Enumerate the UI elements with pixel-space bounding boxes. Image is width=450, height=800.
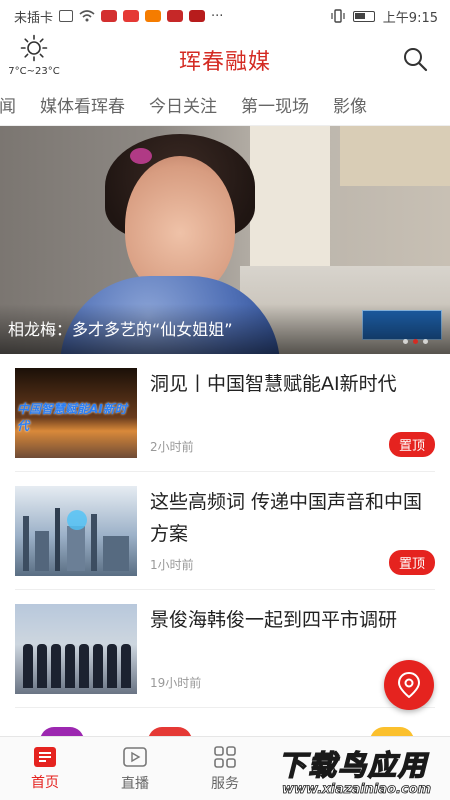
pinned-badge: 置顶 [388, 432, 435, 457]
app-notification-icon [101, 10, 118, 22]
nav-label: 直播 [121, 776, 149, 792]
refinery-illustration [23, 508, 129, 571]
category-tabs: 新闻 媒体看珲春 今日关注 第一现场 影像 [0, 84, 450, 126]
news-headline: 洞见丨中国智慧赋能AI新时代 [150, 373, 397, 395]
wifi-icon [79, 10, 95, 22]
news-item[interactable]: 这些高频词 传递中国声音和中国方案 1小时前 置顶 [15, 472, 435, 590]
hero-caption: 相龙梅：多才多艺的“仙女姐姐” [8, 320, 233, 339]
app-notification-icon [123, 10, 140, 22]
battery-icon [352, 10, 375, 22]
tab-today-focus[interactable]: 今日关注 [149, 92, 217, 117]
location-pin-icon [397, 672, 421, 698]
news-list: 中国智慧赋能AI新时代 洞见丨中国智慧赋能AI新时代 2小时前 置顶 这些高频词… [0, 354, 450, 708]
news-headline: 景俊海韩俊一起到四平市调研 [150, 609, 398, 631]
app-notification-icon [167, 10, 184, 22]
nav-services[interactable]: 服务 [180, 737, 270, 800]
news-headline: 这些高频词 传递中国声音和中国方案 [150, 491, 423, 545]
app-title: 珲春融媒 [178, 50, 271, 75]
app-header: 7°C~23°C 珲春融媒 [0, 32, 450, 84]
vibrate-icon [331, 9, 345, 23]
hero-background-calligraphy [340, 126, 450, 186]
clock: 上午9:15 [382, 10, 438, 26]
watermark-logo-text: 下载鸟应用 [277, 748, 429, 783]
pinned-badge: 置顶 [388, 550, 435, 575]
tab-media-view[interactable]: 媒体看珲春 [40, 92, 125, 117]
more-notifications: ··· [211, 8, 224, 24]
news-item[interactable]: 景俊海韩俊一起到四平市调研 19小时前 [15, 590, 435, 708]
hero-hair-flower [130, 148, 152, 164]
nav-live[interactable]: 直播 [90, 737, 180, 800]
news-thumbnail: 中国智慧赋能AI新时代 [15, 368, 137, 458]
watermark-url: www.xiazainiao.com [282, 782, 432, 798]
search-icon[interactable] [402, 46, 428, 72]
nav-home[interactable]: 首页 [0, 737, 90, 800]
carrier-label: 未插卡 [14, 10, 54, 26]
tab-news[interactable]: 新闻 [0, 92, 16, 117]
tab-first-scene[interactable]: 第一现场 [241, 92, 309, 117]
thumbnail-text: 中国智慧赋能AI新时代 [17, 402, 127, 433]
sim-icon [59, 10, 74, 22]
home-news-icon [34, 747, 56, 767]
nav-label: 首页 [31, 775, 59, 791]
nav-label: 服务 [211, 776, 239, 792]
app-notification-icon [145, 10, 162, 22]
hero-person-face [125, 156, 235, 296]
site-watermark: 下载鸟应用 www.xiazainiao.com [272, 744, 450, 800]
news-thumbnail [15, 486, 137, 576]
carousel-indicator [403, 339, 428, 344]
news-thumbnail [15, 604, 137, 694]
news-item[interactable]: 中国智慧赋能AI新时代 洞见丨中国智慧赋能AI新时代 2小时前 置顶 [15, 354, 435, 472]
hero-banner[interactable]: 相龙梅：多才多艺的“仙女姐姐” [0, 126, 450, 354]
live-icon [123, 747, 147, 767]
status-bar: 未插卡 ··· 上午9:15 [0, 0, 450, 32]
grid-icon [214, 746, 236, 768]
news-time: 19小时前 [150, 676, 202, 690]
carousel-dot [403, 339, 408, 344]
tab-video[interactable]: 影像 [333, 92, 367, 117]
news-time: 1小时前 [150, 558, 194, 572]
news-time: 2小时前 [150, 440, 194, 454]
location-button[interactable] [384, 660, 434, 710]
app-notification-icon [189, 10, 206, 22]
carousel-dot-active [413, 339, 418, 344]
carousel-dot [423, 339, 428, 344]
group-of-people [23, 644, 131, 688]
